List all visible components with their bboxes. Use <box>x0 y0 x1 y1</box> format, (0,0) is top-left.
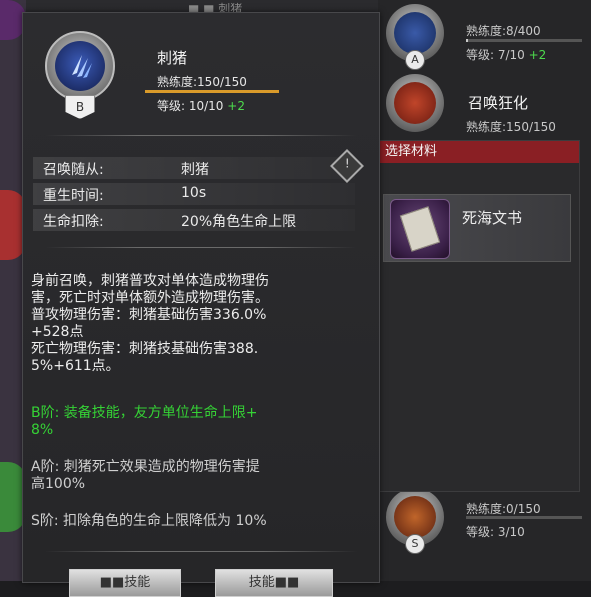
attr-label: 重生时间: <box>43 188 104 204</box>
skill-rank-badge: A <box>405 50 425 70</box>
material-select-panel: 选择材料 死海文书 <box>378 140 580 492</box>
skill-medal <box>386 74 444 132</box>
skill-level: 等级: 3/10 <box>466 525 525 539</box>
attr-value: 刺猪 <box>181 162 209 178</box>
skill-level: 等级: 10/10 +2 <box>157 99 245 113</box>
book-icon <box>390 199 450 259</box>
skill-proficiency: 熟练度:150/150 <box>157 75 247 89</box>
attr-label: 召唤随从: <box>43 162 104 178</box>
skill-action-button[interactable]: 技能■■ <box>215 569 333 597</box>
attr-label: 生命扣除: <box>43 214 104 230</box>
skill-row[interactable]: A 熟练度:8/400 等级: 7/10 +2 <box>382 4 587 70</box>
attr-value: 10s <box>181 185 207 201</box>
skill-proficiency: 熟练度:8/400 <box>466 24 541 38</box>
divider <box>45 551 357 552</box>
skill-title: 刺猪 <box>157 49 188 67</box>
tier-s-effect: S阶: 扣除角色的生命上限降低为 10% <box>31 513 267 529</box>
skill-proficiency: 熟练度:150/150 <box>466 120 556 134</box>
skill-row[interactable]: 召唤狂化 熟练度:150/150 <box>382 74 587 134</box>
divider <box>45 247 357 248</box>
skill-description: 身前召唤，刺猪普攻对单体造成物理伤 害，死亡时对单体额外造成物理伤害。 普攻物理… <box>31 273 269 374</box>
skill-tooltip-card: B 刺猪 熟练度:150/150 等级: 10/10 +2 召唤随从: 刺猪 !… <box>22 12 380 597</box>
skill-proficiency: 熟练度:0/150 <box>466 502 541 516</box>
skill-medal: A <box>386 4 444 70</box>
material-name: 死海文书 <box>462 209 523 227</box>
proficiency-bar <box>145 90 279 93</box>
skill-name: 召唤狂化 <box>468 94 529 112</box>
attr-value: 20%角色生命上限 <box>181 214 297 230</box>
divider <box>45 135 357 136</box>
claw-icon <box>72 55 92 78</box>
skill-medal <box>45 31 115 101</box>
skill-proficiency-bar <box>466 39 582 42</box>
skill-action-button[interactable]: ■■技能 <box>69 569 181 597</box>
attr-row: 召唤随从: 刺猪 <box>33 157 355 179</box>
material-item[interactable]: 死海文书 <box>383 194 571 262</box>
skill-row[interactable]: S 熟练度:0/150 等级: 3/10 <box>382 488 587 554</box>
skill-level: 等级: 7/10 +2 <box>466 48 547 62</box>
skill-rank-badge: S <box>405 534 425 554</box>
tier-a-effect: A阶: 刺猪死亡效果造成的物理伤害提 高100% <box>31 459 260 492</box>
skill-proficiency-bar <box>466 516 582 519</box>
berserk-icon <box>394 82 436 124</box>
attr-row: 重生时间: 10s <box>33 183 355 205</box>
tier-b-effect: B阶: 装备技能，友方单位生命上限+ 8% <box>31 405 258 438</box>
wolf-icon <box>394 12 436 54</box>
skill-rank-badge: B <box>65 95 95 119</box>
attr-row: 生命扣除: 20%角色生命上限 <box>33 209 355 231</box>
skill-medal: S <box>386 488 444 554</box>
demon-icon <box>394 496 436 538</box>
material-panel-header: 选择材料 <box>379 141 579 163</box>
